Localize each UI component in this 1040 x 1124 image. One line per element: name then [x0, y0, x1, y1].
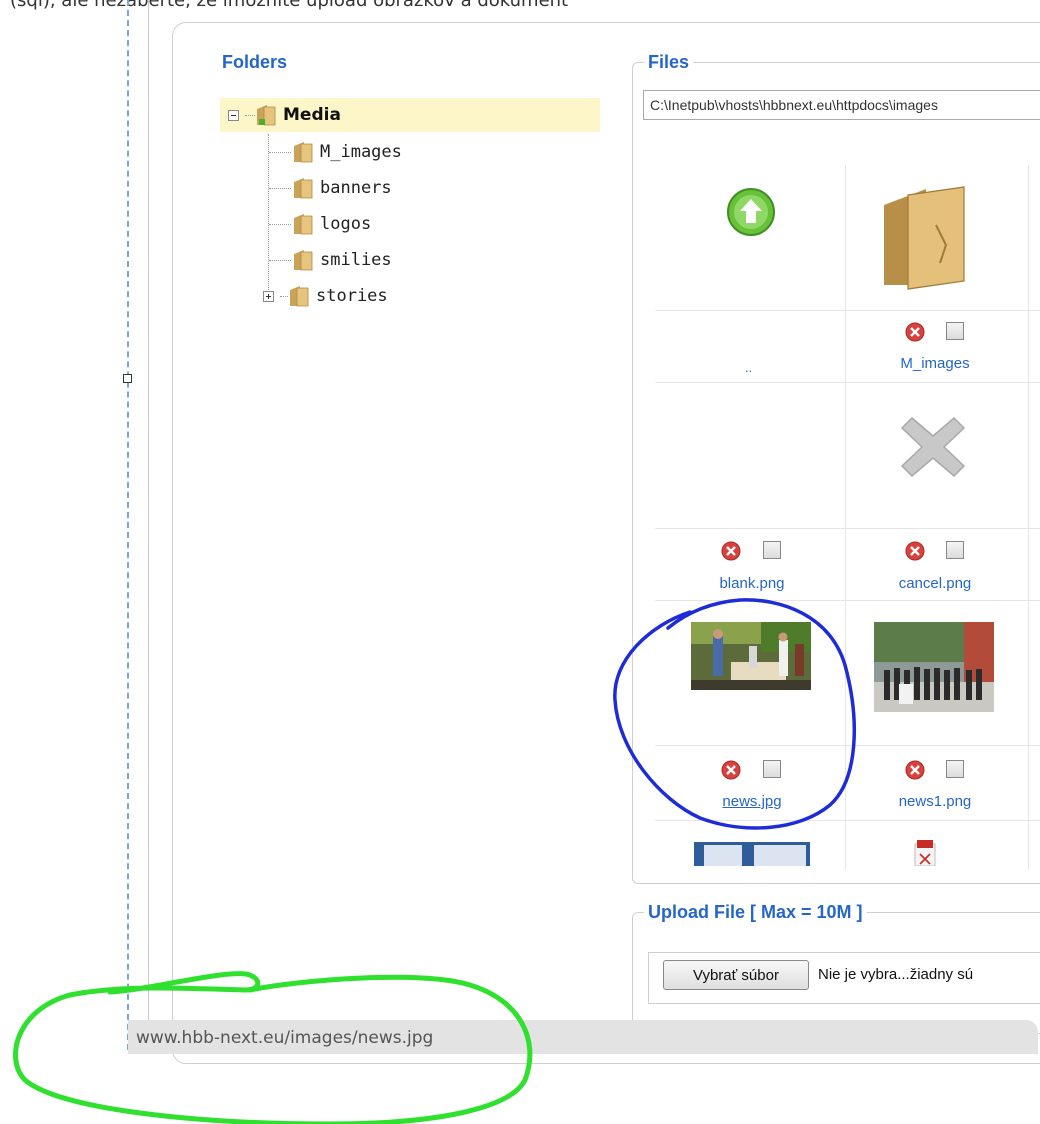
tree-connector	[269, 224, 291, 225]
tree-item-m-images[interactable]: M_images	[292, 137, 402, 167]
news-photo-thumb[interactable]	[691, 622, 811, 690]
file-name-link[interactable]: news.jpg	[672, 793, 832, 810]
tree-connector	[268, 134, 269, 298]
delete-icon[interactable]	[905, 541, 925, 561]
grid-divider	[655, 820, 1040, 821]
file-name-link[interactable]: cancel.png	[855, 575, 1015, 592]
folder-icon	[294, 250, 313, 271]
folder-icon	[294, 178, 313, 199]
delete-icon[interactable]	[905, 760, 925, 780]
cancel-image-thumb[interactable]	[898, 412, 968, 482]
tree-item-stories[interactable]: stories	[263, 281, 388, 311]
tree-item-label: banners	[320, 178, 392, 198]
folder-open-icon	[257, 105, 276, 126]
folder-icon	[294, 214, 313, 235]
tree-connector	[269, 188, 291, 189]
folder-icon	[294, 142, 313, 163]
delete-icon[interactable]	[905, 322, 925, 342]
tree-connector	[269, 152, 291, 153]
grid-divider	[1028, 165, 1029, 870]
tree-connector	[269, 260, 291, 261]
tree-item-label: stories	[316, 286, 388, 306]
parent-folder-link[interactable]: ..	[745, 360, 752, 375]
tree-item-label: logos	[320, 214, 372, 234]
no-file-text: Nie je vybra...žiadny sú	[818, 966, 974, 983]
folder-icon	[290, 286, 309, 307]
path-field[interactable]: C:\Inetpub\vhosts\hbbnext.eu\httpdocs\im…	[643, 90, 1040, 120]
select-checkbox[interactable]	[946, 322, 964, 340]
file-name-link[interactable]: M_images	[855, 355, 1015, 372]
upload-legend: Upload File [ Max = 10M ]	[644, 902, 867, 923]
choose-file-button[interactable]: Vybrať súbor	[663, 960, 809, 990]
grid-divider	[655, 310, 1040, 311]
files-legend: Files	[644, 52, 694, 73]
divider	[148, 0, 149, 1040]
grid-divider	[655, 382, 1040, 383]
expand-icon[interactable]	[263, 290, 274, 302]
select-checkbox[interactable]	[763, 541, 781, 559]
tree-item-logos[interactable]: logos	[292, 209, 371, 239]
tree-item-label: M_images	[320, 142, 402, 162]
pdf-file-icon[interactable]	[912, 840, 938, 866]
up-arrow-icon[interactable]	[726, 187, 776, 237]
top-clipped-text: (sql), ale nezaberte, že imožnite upload…	[10, 0, 569, 11]
grid-divider	[655, 745, 1040, 746]
select-checkbox[interactable]	[946, 541, 964, 559]
select-checkbox[interactable]	[763, 760, 781, 778]
folder-large-icon[interactable]	[876, 185, 970, 295]
select-checkbox[interactable]	[946, 760, 964, 778]
status-url: www.hbb-next.eu/images/news.jpg	[136, 1028, 434, 1048]
grid-divider	[845, 165, 846, 870]
tree-item-smilies[interactable]: smilies	[292, 245, 392, 275]
resize-handle[interactable]	[123, 374, 132, 383]
document-thumb[interactable]	[694, 842, 810, 866]
tree-root-label: Media	[283, 105, 341, 125]
folders-title: Folders	[222, 52, 288, 72]
delete-icon[interactable]	[721, 760, 741, 780]
file-name-link[interactable]: news1.png	[855, 793, 1015, 810]
collapse-icon[interactable]	[228, 109, 239, 121]
grid-divider	[655, 528, 1040, 529]
file-name-link[interactable]: blank.png	[672, 575, 832, 592]
delete-icon[interactable]	[721, 541, 741, 561]
news1-photo-thumb[interactable]	[874, 622, 994, 712]
tree-item-label: smilies	[320, 250, 392, 270]
tree-item-banners[interactable]: banners	[292, 173, 392, 203]
tree-item-media[interactable]: Media	[228, 100, 341, 130]
grid-divider	[655, 600, 1040, 601]
editor-guide-line	[127, 0, 129, 1050]
files-fieldset	[632, 62, 1040, 884]
